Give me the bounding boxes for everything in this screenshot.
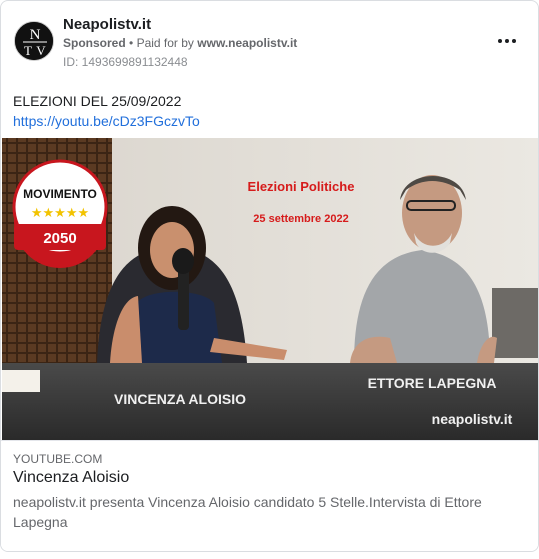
sponsored-post-card: N T V Neapolistv.it Sponsored • Paid for… [0,0,539,552]
sponsored-label: Sponsored [63,36,126,50]
movimento-logo: MOVIMENTO ★★★★★ 2050 [12,159,108,268]
watermark: neapolistv.it [432,411,513,427]
dot [498,39,502,43]
video-thumbnail[interactable]: MOVIMENTO ★★★★★ 2050 Elezioni Politiche … [2,138,538,440]
page-name-link[interactable]: Neapolistv.it [63,16,151,33]
ntv-logo-icon: N T V [15,22,53,60]
post-text: ELEZIONI DEL 25/09/2022 [13,93,182,109]
logo-stars: ★★★★★ [31,206,89,221]
logo-top-text: MOVIMENTO [23,187,97,201]
ellipsis-horizontal-icon[interactable] [494,31,520,51]
name-left: VINCENZA ALOISIO [114,391,246,407]
paid-for-prefix: Paid for by [136,36,194,50]
video-frame: MOVIMENTO ★★★★★ 2050 Elezioni Politiche … [2,138,538,440]
link-preview[interactable]: YOUTUBE.COM Vincenza Aloisio neapolistv.… [1,440,538,551]
link-source: YOUTUBE.COM [13,452,103,466]
paid-for-by-value: www.neapolistv.it [197,36,298,50]
name-right: ETTORE LAPEGNA [368,375,497,391]
page-avatar[interactable]: N T V [14,21,54,61]
link-description: neapolistv.it presenta Vincenza Aloisio … [13,494,482,530]
overlay-title: Elezioni Politiche [248,179,355,194]
dot [512,39,516,43]
ad-id: ID: 1493699891132448 [63,55,188,69]
sponsor-line: Sponsored • Paid for by www.neapolistv.i… [63,36,297,50]
post-header: N T V Neapolistv.it Sponsored • Paid for… [13,15,528,75]
avatar-letter-t: T [24,43,32,58]
logo-bottom-text: 2050 [43,230,76,247]
paper-sheet [2,370,40,392]
overlay-date: 25 settembre 2022 [253,213,348,225]
post-body: ELEZIONI DEL 25/09/2022 https://youtu.be… [13,91,528,131]
background-object [492,288,538,358]
link-title[interactable]: Vincenza Aloisio [13,469,129,487]
post-link[interactable]: https://youtu.be/cDz3FGczvTo [13,111,528,131]
avatar-letter-v: V [36,43,46,58]
dot [505,39,509,43]
separator-dot: • [129,36,134,50]
avatar-letter-n: N [30,27,41,43]
